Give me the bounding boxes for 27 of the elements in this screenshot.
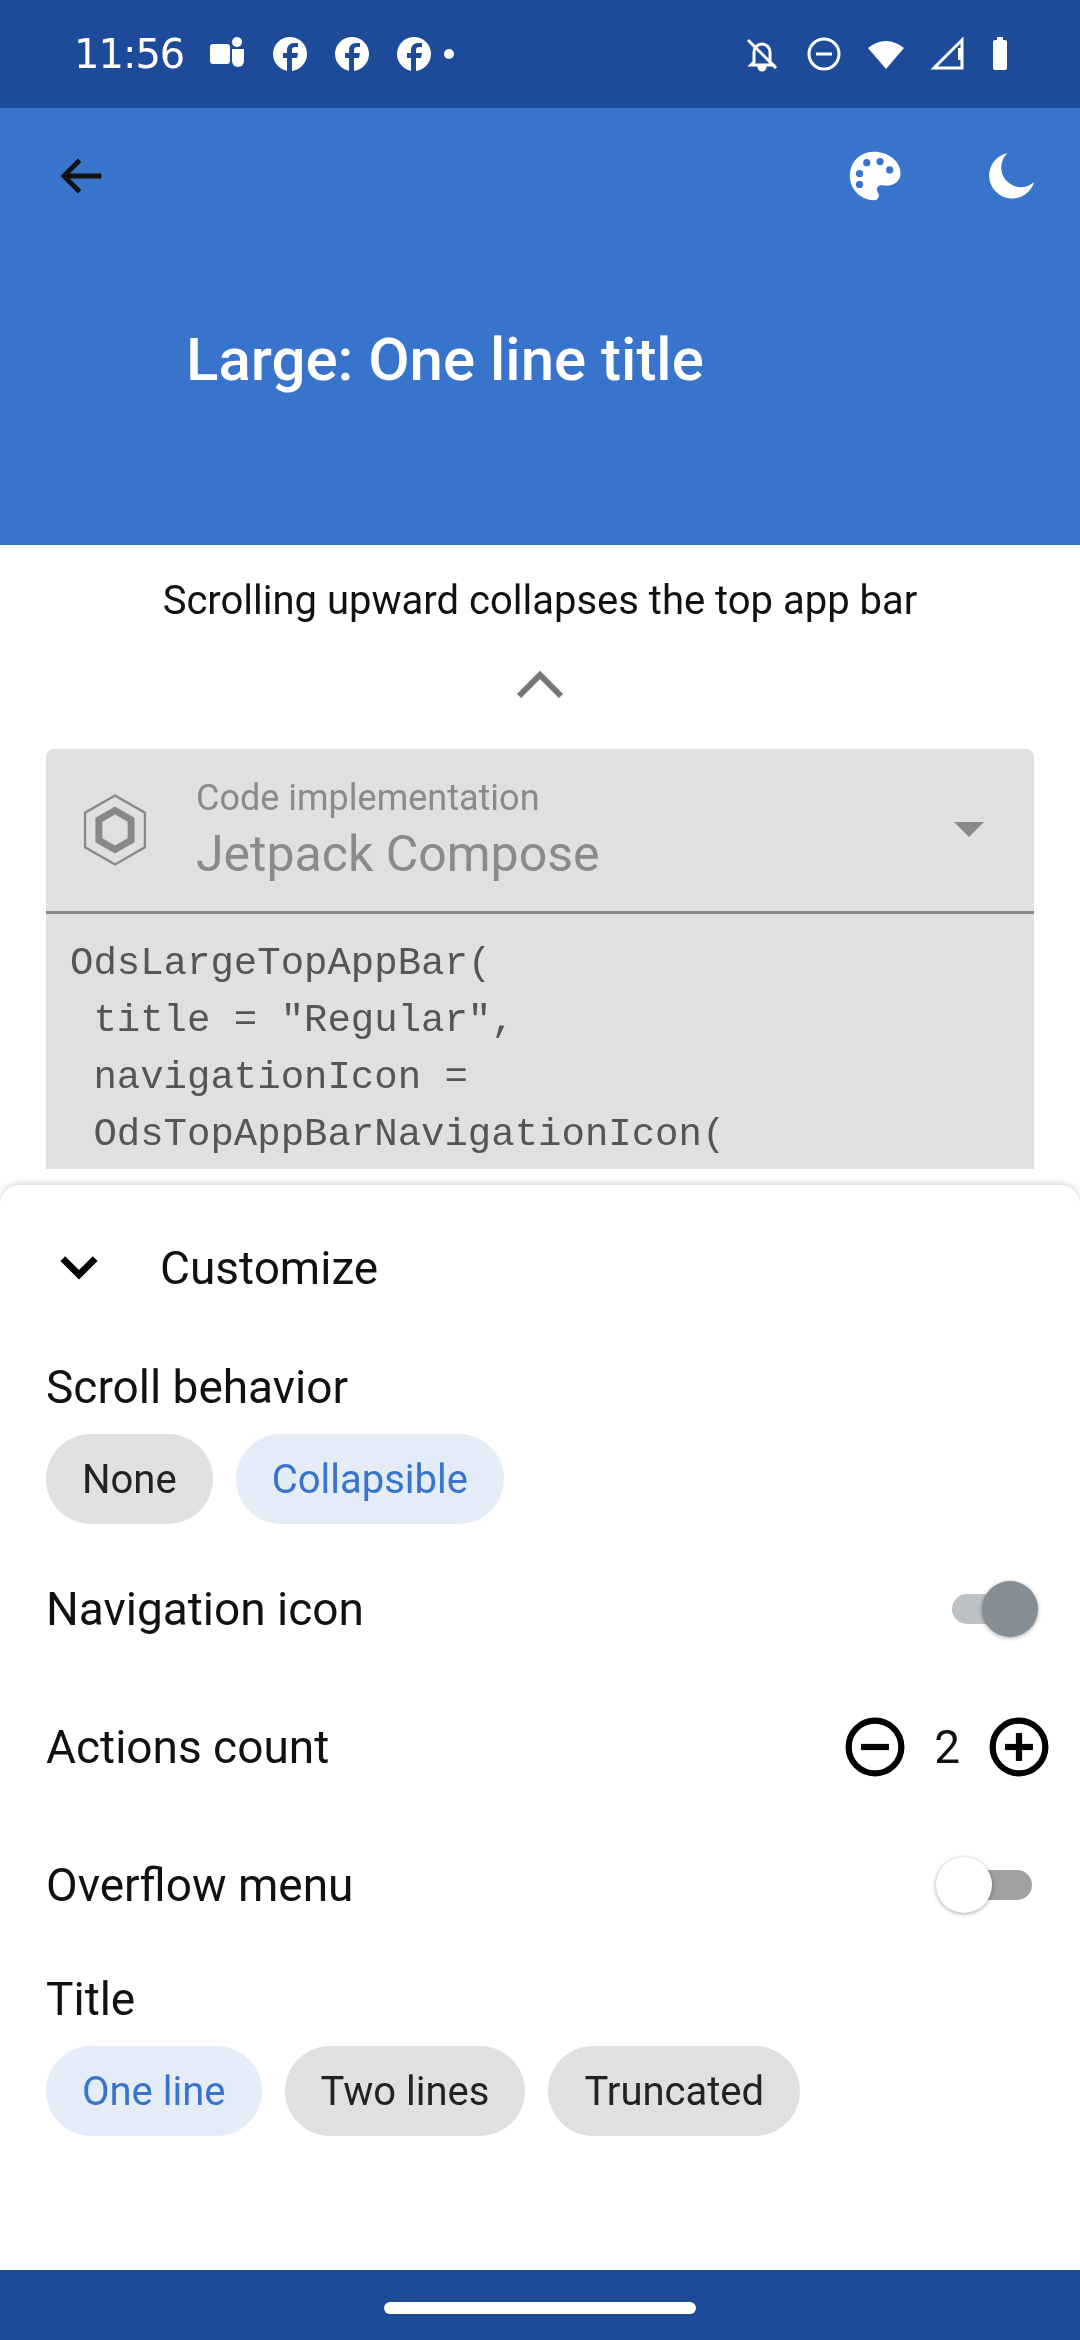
code-line: title = "Regular", [92, 998, 516, 1045]
filter-chip[interactable]: One line [46, 2046, 262, 2136]
home-handle[interactable] [384, 2302, 696, 2314]
filter-chip[interactable]: None [46, 1434, 213, 1524]
dropdown-arrow-icon [954, 822, 984, 838]
section-label: Title [46, 1971, 137, 2028]
count-value: 2 [934, 1720, 960, 1774]
dropdown-value: Jetpack Compose [196, 825, 601, 883]
code-line: navigationIcon = [92, 1055, 469, 1102]
code-line: OdsLargeTopAppBar( [70, 941, 493, 988]
section-label: Scroll behavior [46, 1359, 350, 1416]
filter-chip[interactable]: Two lines [284, 2046, 526, 2136]
setting-label: Navigation icon [46, 1582, 364, 1636]
filter-chip[interactable]: Collapsible [235, 1434, 504, 1524]
notification-dot-icon [444, 49, 455, 59]
decrease-button[interactable] [844, 1716, 907, 1778]
code-line: OdsTopAppBarNavigationIcon( [92, 1112, 727, 1159]
customize-header[interactable]: Customize [0, 1185, 1080, 1350]
increase-button[interactable] [988, 1716, 1050, 1778]
app-bar-title: Large: One line title [186, 324, 705, 395]
setting-label: Actions count [46, 1720, 330, 1774]
setting-label: Overflow menu [46, 1858, 354, 1912]
clock: 11:56 [74, 31, 185, 77]
dropdown-label: Code implementation [196, 777, 541, 819]
hint-text: Scrolling upward collapses the top app bar [161, 577, 919, 624]
chevron-up-icon [515, 669, 565, 699]
filter-chip[interactable]: Truncated [548, 2046, 801, 2136]
